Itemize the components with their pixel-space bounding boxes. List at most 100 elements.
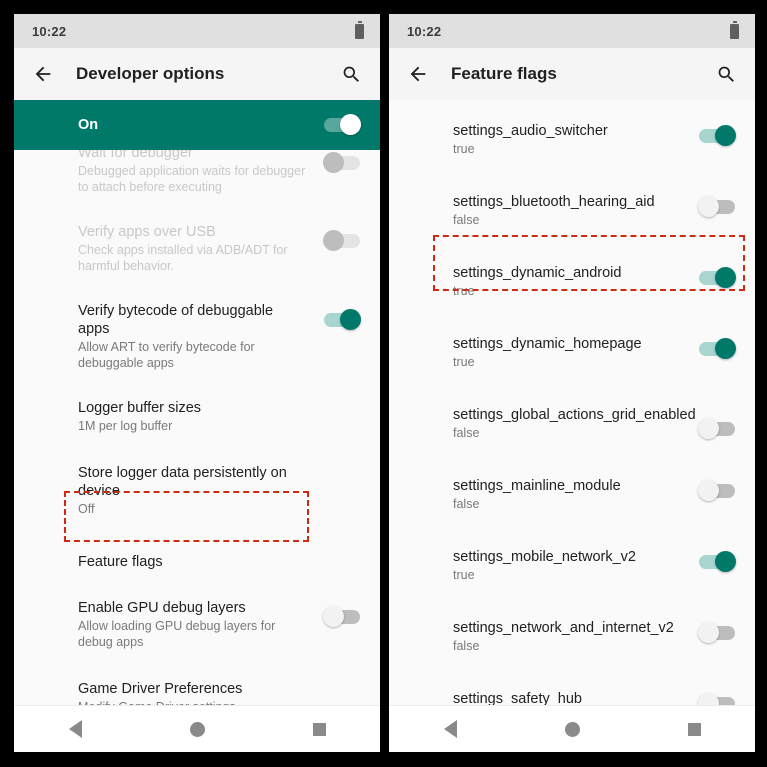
list-item-title: Game Driver Preferences [78, 681, 243, 697]
search-icon[interactable] [338, 61, 364, 87]
list-item-toggle[interactable] [699, 267, 736, 288]
master-switch-label: On [78, 117, 99, 133]
list-item[interactable]: settings_dynamic_homepage true [389, 317, 755, 388]
list-item[interactable]: Enable GPU debug layers Allow loading GP… [14, 593, 380, 664]
list-item-title: settings_dynamic_android [453, 265, 622, 281]
nav-bar-right [389, 705, 755, 752]
nav-home-icon [189, 721, 205, 737]
list-item-subtitle: Modify Game Driver settings [78, 699, 308, 705]
list-item[interactable]: Logger buffer sizes 1M per log buffer [14, 385, 380, 450]
toggle-thumb [715, 267, 736, 288]
list-item-toggle[interactable] [698, 622, 735, 643]
list-item-title: settings_safety_hub [453, 691, 582, 705]
list-item[interactable]: settings_bluetooth_hearing_aid false [389, 175, 755, 246]
developer-options-screen: 10:22 Developer options On Wait for debu… [14, 14, 380, 752]
nav-home-icon [564, 721, 580, 737]
developer-options-master-switch-row[interactable]: On [14, 100, 380, 150]
list-item[interactable]: Verify bytecode of debuggable apps Allow… [14, 288, 380, 385]
list-item-toggle[interactable] [699, 125, 736, 146]
list-item-title: Feature flags [78, 554, 163, 570]
toggle-thumb [698, 622, 719, 643]
list-item[interactable]: settings_safety_hub false [389, 672, 755, 705]
list-item-subtitle: false [453, 426, 480, 440]
list-item-toggle[interactable] [324, 309, 361, 330]
nav-recents-icon [687, 722, 701, 736]
list-item-title: settings_audio_switcher [453, 123, 608, 139]
list-item-title: settings_mainline_module [453, 478, 621, 494]
list-item[interactable]: settings_audio_switcher true [389, 100, 755, 175]
list-item-subtitle: 1M per log buffer [78, 419, 173, 433]
list-item-title: Verify bytecode of debuggable apps [78, 303, 274, 337]
list-item-title: Store logger data persistently on device [78, 465, 287, 499]
status-bar-left: 10:22 [14, 14, 380, 48]
list-item-toggle[interactable] [698, 693, 735, 705]
list-item-title: settings_network_and_internet_v2 [453, 620, 674, 636]
list-item-toggle[interactable] [323, 606, 360, 627]
list-item[interactable]: settings_global_actions_grid_enabled fal… [389, 388, 755, 459]
search-icon[interactable] [713, 61, 739, 87]
nav-back-icon [443, 720, 457, 738]
nav-back-button[interactable] [49, 709, 101, 749]
nav-back-icon [68, 720, 82, 738]
list-item-dynamic-android[interactable]: settings_dynamic_android true [389, 246, 755, 317]
developer-options-list[interactable]: Wait for debugger Debugged application w… [14, 150, 380, 705]
list-item-toggle[interactable] [699, 551, 736, 572]
nav-bar-left [14, 705, 380, 752]
list-item[interactable]: Wait for debugger Debugged application w… [14, 150, 380, 209]
list-item-feature-flags[interactable]: Feature flags [14, 531, 380, 593]
toggle-thumb [698, 196, 719, 217]
list-item-title: settings_bluetooth_hearing_aid [453, 194, 655, 210]
back-arrow-icon[interactable] [403, 59, 433, 89]
toggle-thumb [698, 693, 719, 705]
nav-back-button[interactable] [424, 709, 476, 749]
toggle-thumb [323, 152, 344, 173]
list-item[interactable]: settings_mobile_network_v2 true [389, 530, 755, 601]
nav-home-button[interactable] [171, 709, 223, 749]
list-item[interactable]: Store logger data persistently on device… [14, 450, 380, 531]
list-item-subtitle: false [453, 497, 480, 511]
status-time: 10:22 [407, 23, 442, 39]
list-item-toggle[interactable] [698, 480, 735, 501]
list-item-toggle [323, 230, 360, 251]
list-item-subtitle: Allow loading GPU debug layers for debug… [78, 619, 276, 649]
list-item-subtitle: false [453, 213, 480, 227]
list-item-toggle[interactable] [698, 196, 735, 217]
list-item-subtitle: Allow ART to verify bytecode for debugga… [78, 340, 255, 370]
list-item-title: Wait for debugger [78, 150, 193, 161]
nav-recents-button[interactable] [668, 709, 720, 749]
list-item-subtitle: Debugged application waits for debugger … [78, 164, 306, 194]
list-item-subtitle: true [453, 568, 475, 582]
master-switch-toggle[interactable] [324, 114, 361, 135]
list-item-title: Verify apps over USB [78, 224, 216, 240]
toggle-thumb [715, 125, 736, 146]
page-title: Feature flags [451, 64, 557, 83]
feature-flags-list[interactable]: settings_audio_switcher true settings_bl… [389, 100, 755, 705]
list-item-subtitle: Off [78, 502, 95, 516]
battery-icon [730, 20, 739, 39]
list-item-subtitle: true [453, 284, 475, 298]
app-bar-right: Feature flags [389, 48, 755, 100]
toggle-thumb [715, 338, 736, 359]
back-arrow-icon[interactable] [28, 59, 58, 89]
nav-recents-button[interactable] [293, 709, 345, 749]
list-item-toggle[interactable] [699, 338, 736, 359]
toggle-thumb [323, 230, 344, 251]
page-title: Developer options [76, 64, 225, 83]
list-item[interactable]: settings_mainline_module false [389, 459, 755, 530]
feature-flags-screen: 10:22 Feature flags settings_audio_switc… [389, 14, 755, 752]
list-item[interactable]: Verify apps over USB Check apps installe… [14, 209, 380, 288]
list-item[interactable]: settings_network_and_internet_v2 false [389, 601, 755, 672]
toggle-thumb [715, 551, 736, 572]
nav-recents-icon [312, 722, 326, 736]
list-item-toggle [323, 152, 360, 173]
app-bar-left: Developer options [14, 48, 380, 100]
list-item-title: settings_mobile_network_v2 [453, 549, 636, 565]
battery-icon [355, 20, 364, 39]
list-item-subtitle: Check apps installed via ADB/ADT for har… [78, 243, 288, 273]
list-item-subtitle: true [453, 142, 475, 156]
nav-home-button[interactable] [546, 709, 598, 749]
list-item-toggle[interactable] [698, 418, 735, 439]
list-item[interactable]: Game Driver Preferences Modify Game Driv… [14, 664, 380, 705]
toggle-thumb [323, 606, 344, 627]
list-item-title: Enable GPU debug layers [78, 600, 246, 616]
